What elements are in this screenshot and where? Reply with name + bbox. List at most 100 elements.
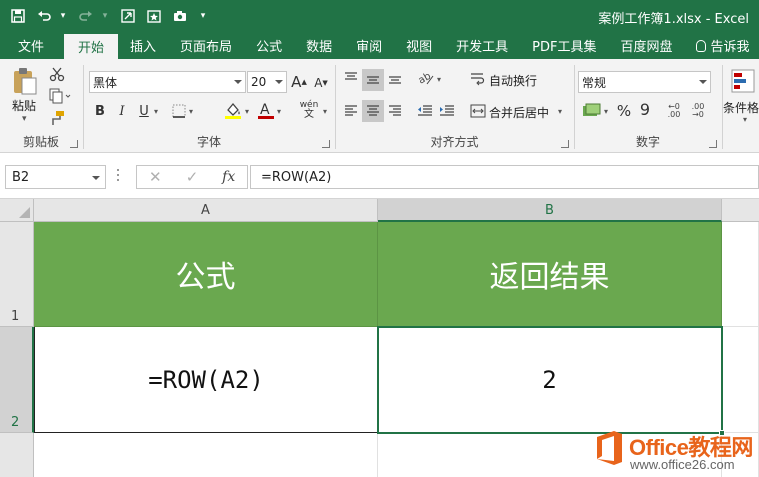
underline-button[interactable]: U [136,101,152,121]
shrink-font-icon[interactable]: A ▼ [312,74,330,92]
accounting-format-icon[interactable] [581,101,603,121]
tab-developer[interactable]: 开发工具 [444,32,520,59]
row-header-2[interactable]: 2 [0,327,34,433]
cell-b1[interactable]: 返回结果 [378,222,722,327]
alignment-launcher-icon[interactable] [561,140,569,148]
cancel-icon[interactable]: ✕ [137,168,174,186]
cell-a2[interactable]: =ROW(A2) [34,327,378,433]
comma-style-button[interactable]: 9 [637,100,653,119]
align-middle-icon[interactable] [362,69,384,91]
tab-page-layout[interactable]: 页面布局 [168,32,244,59]
select-all-icon [19,207,30,218]
borders-icon[interactable] [170,102,188,120]
italic-button[interactable]: I [114,101,130,121]
formula-bar-grip[interactable] [117,169,120,183]
redo-icon[interactable] [74,4,98,28]
row-header-1[interactable]: 1 [0,222,34,327]
customize-qat-icon[interactable]: ▾ [198,4,208,28]
fill-color-icon[interactable] [222,99,244,121]
tab-file[interactable]: 文件 [0,32,64,59]
insert-function-icon[interactable]: fx [210,169,247,185]
borders-dropdown-icon[interactable]: ▾ [189,107,193,116]
cut-icon[interactable] [48,65,66,83]
column-header-c[interactable] [722,199,759,222]
orientation-icon[interactable]: ab [416,69,436,87]
cell-a1[interactable]: 公式 [34,222,378,327]
merge-center-label[interactable]: 合并后居中 [489,104,549,121]
tab-home[interactable]: 开始 [64,34,119,59]
accounting-dropdown-icon[interactable]: ▾ [604,107,608,116]
undo-dropdown-icon[interactable]: ▾ [58,4,68,28]
orientation-dropdown-icon[interactable]: ▾ [437,75,441,84]
formula-input[interactable]: =ROW(A2) [250,165,759,189]
name-box-dropdown-icon[interactable] [92,176,100,180]
cell-b2[interactable]: 2 [378,327,722,433]
increase-indent-icon[interactable] [438,102,456,120]
save-icon[interactable] [6,4,30,28]
column-header-b[interactable]: B [378,199,722,222]
font-size-dropdown-icon[interactable] [275,80,283,84]
enter-icon[interactable]: ✓ [174,168,211,186]
decrease-decimal-icon[interactable]: .00 →0 [687,102,709,120]
grow-font-icon[interactable]: A ▲ [290,72,308,92]
tab-pdf-tools[interactable]: PDF工具集 [520,32,608,59]
wrap-text-label[interactable]: 自动换行 [489,72,537,89]
copy-icon[interactable] [48,87,72,105]
number-format-combo[interactable]: 常规 [578,71,711,93]
fill-color-dropdown-icon[interactable]: ▾ [245,107,249,116]
font-size-combo[interactable]: 20 [247,71,287,93]
camera-icon[interactable] [168,4,192,28]
font-name-combo[interactable]: 黑体 [89,71,246,93]
font-launcher-icon[interactable] [322,140,330,148]
conditional-formatting-icon[interactable] [729,67,757,95]
touch-mode-icon[interactable] [116,4,140,28]
tab-formulas[interactable]: 公式 [244,32,294,59]
select-all-button[interactable] [0,199,34,222]
number-launcher-icon[interactable] [709,140,717,148]
align-top-icon[interactable] [342,69,360,87]
wrap-text-icon[interactable] [468,69,488,89]
percent-style-button[interactable]: % [615,102,633,120]
phonetic-guide-icon[interactable]: wén 文 [296,99,322,121]
font-color-dropdown-icon[interactable]: ▾ [277,107,281,116]
ribbon: 粘贴 ▾ 剪贴板 黑体 20 A ▲ A ▼ B I U ▾ ▾ ▾ A ▾ w… [0,59,759,153]
align-left-icon[interactable] [342,102,360,120]
increase-decimal-icon[interactable]: ←0.00 [663,102,685,120]
clipboard-launcher-icon[interactable] [70,140,78,148]
conditional-formatting-dropdown-icon[interactable]: ▾ [743,115,747,124]
name-box[interactable]: B2 [5,165,106,189]
undo-icon[interactable] [32,4,56,28]
tab-view[interactable]: 视图 [394,32,444,59]
paste-label[interactable]: 粘贴 [12,97,36,114]
name-box-value: B2 [12,169,30,185]
merge-center-icon[interactable] [468,102,488,120]
tab-insert[interactable]: 插入 [118,32,168,59]
align-bottom-icon[interactable] [386,69,404,87]
tab-baidu-netdisk[interactable]: 百度网盘 [608,32,684,59]
align-center-icon[interactable] [362,100,384,122]
font-color-icon[interactable]: A [256,99,276,121]
font-name-dropdown-icon[interactable] [234,80,242,84]
row-header-1-label: 1 [11,309,20,324]
format-painter-icon[interactable] [48,109,66,127]
tell-me-label: 告诉我 [710,40,750,55]
tab-tell-me[interactable]: 告诉我 [684,32,759,59]
number-format-dropdown-icon[interactable] [699,80,707,84]
form-icon[interactable] [142,4,166,28]
column-header-a[interactable]: A [34,199,378,222]
bold-button[interactable]: B [92,101,108,121]
row-header-3[interactable] [0,433,34,477]
shrink-font-glyph: A [314,76,323,90]
phonetic-dropdown-icon[interactable]: ▾ [323,107,327,116]
number-format-value: 常规 [582,75,607,90]
conditional-formatting-label[interactable]: 条件格式 [723,99,759,116]
decrease-indent-icon[interactable] [416,102,434,120]
tab-review[interactable]: 审阅 [344,32,394,59]
merge-center-dropdown-icon[interactable]: ▾ [558,107,562,116]
redo-dropdown-icon[interactable]: ▾ [100,4,110,28]
underline-dropdown-icon[interactable]: ▾ [154,107,158,116]
align-right-icon[interactable] [386,102,404,120]
paste-dropdown-icon[interactable]: ▾ [22,114,27,124]
paste-icon[interactable] [10,65,40,97]
tab-data[interactable]: 数据 [294,32,344,59]
